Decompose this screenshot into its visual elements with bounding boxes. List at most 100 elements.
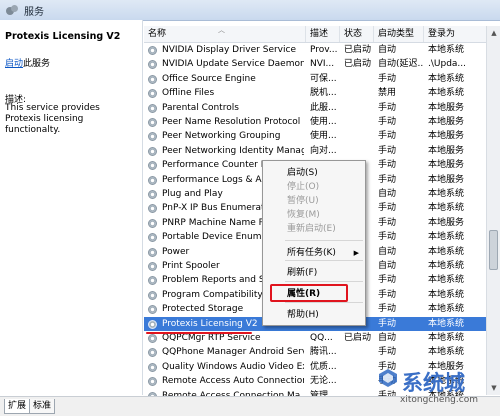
tab-extended[interactable]: 扩展 — [4, 399, 31, 414]
watermark-url: xitongcheng.com — [400, 395, 478, 405]
table-row[interactable]: Office Source Engine 可保... 手动 本地系统 — [144, 72, 486, 86]
menu-item-label: 所有任务(K) — [287, 248, 336, 258]
tab-standard[interactable]: 标准 — [29, 399, 56, 414]
cell-status — [344, 345, 374, 359]
menu-separator — [285, 302, 363, 303]
column-header-status[interactable]: 状态 — [340, 26, 374, 42]
menu-item-start[interactable]: 启动(S) — [263, 166, 365, 180]
cell-name: Parental Controls — [162, 102, 239, 113]
cell-status — [344, 129, 374, 143]
cell-status: 已启动 — [344, 333, 372, 343]
service-gear-icon — [148, 46, 157, 55]
menu-item-restart[interactable]: 重新启动(E) — [263, 222, 365, 236]
cell-description: Prov... — [310, 45, 338, 55]
cell-startup-type: 手动 — [378, 347, 397, 358]
annotation-highlight-box — [270, 284, 348, 302]
cell-startup-type: 自动 — [378, 45, 397, 55]
menu-item-pause[interactable]: 暂停(U) — [263, 194, 365, 208]
cell-startup-type: 手动 — [378, 160, 397, 171]
cell-name: NVIDIA Update Service Daemon — [162, 59, 304, 70]
service-gear-icon — [148, 362, 157, 372]
service-gear-icon — [148, 290, 157, 300]
cell-description: 腾讯... — [310, 347, 337, 358]
menu-item-label: 启动(S) — [287, 168, 318, 178]
cell-status — [344, 360, 374, 374]
service-gear-icon — [148, 305, 157, 315]
service-gear-icon — [148, 276, 157, 286]
column-header-name[interactable]: 名称 — [144, 26, 306, 42]
cell-startup-type: 手动 — [378, 174, 397, 185]
cell-name: Offline Files — [162, 88, 215, 99]
menu-item-resume[interactable]: 恢复(M) — [263, 208, 365, 222]
cell-logon-as: 本地系统 — [428, 88, 465, 99]
vertical-scrollbar[interactable]: ▲ ▼ — [486, 26, 500, 395]
watermark-text: 系统城 — [402, 371, 465, 395]
cell-logon-as: 本地系统 — [428, 246, 465, 257]
table-row[interactable]: Peer Name Resolution Protocol 使用... 手动 本地服务 — [144, 115, 486, 129]
menu-item-refresh[interactable]: 刷新(F) — [263, 266, 365, 280]
cell-startup-type: 手动 — [378, 131, 397, 142]
cell-description: 此服... — [310, 102, 337, 113]
cell-startup-type: 手动 — [378, 117, 397, 127]
cell-description: 可保... — [310, 73, 337, 84]
cell-logon-as: 本地系统 — [428, 289, 465, 300]
scroll-up-arrow-icon[interactable]: ▲ — [488, 27, 500, 39]
scroll-down-arrow-icon[interactable]: ▼ — [488, 382, 500, 394]
cell-description: 优质... — [310, 361, 337, 372]
table-row[interactable]: Offline Files 脱机... 禁用 本地系统 — [144, 86, 486, 100]
service-gear-icon — [148, 204, 157, 214]
cell-logon-as: 本地服务 — [428, 117, 465, 127]
column-header-startup-type[interactable]: 启动类型 — [374, 26, 424, 42]
cell-logon-as: 本地系统 — [428, 275, 465, 286]
cell-status — [344, 72, 374, 86]
window-title: 服务 — [24, 6, 44, 18]
menu-item-all-tasks[interactable]: 所有任务(K) ▶ — [263, 246, 365, 260]
cell-status — [344, 374, 374, 388]
sort-ascending-icon: ︿ — [218, 26, 225, 34]
cell-logon-as: 本地服务 — [428, 131, 465, 142]
service-gear-icon — [148, 247, 157, 257]
cell-logon-as: 本地服务 — [428, 174, 465, 185]
cell-startup-type: 手动 — [378, 232, 397, 243]
cell-logon-as: 本地系统 — [428, 261, 465, 271]
cell-name: QQPhone Manager Android Service — [162, 347, 304, 358]
scrollbar-thumb[interactable] — [489, 230, 498, 270]
cell-name: Quality Windows Audio Video Experie... — [162, 361, 304, 372]
window-titlebar: 服务 — [0, 0, 500, 21]
cell-description: QQ... — [310, 333, 333, 343]
cell-logon-as: 本地系统 — [428, 333, 465, 343]
service-gear-icon — [148, 118, 157, 127]
column-header-logon-as[interactable]: 登录为 — [424, 26, 486, 42]
menu-separator — [285, 281, 363, 282]
table-row[interactable]: Parental Controls 此服... 手动 本地服务 — [144, 101, 486, 115]
service-gear-icon — [148, 146, 157, 156]
service-gear-icon — [148, 377, 157, 387]
cell-description: 脱机... — [310, 88, 337, 99]
start-service-link[interactable]: 启动 — [5, 59, 23, 69]
cell-description: NVI... — [310, 59, 335, 70]
cell-startup-type: 手动 — [378, 318, 397, 329]
cell-logon-as: 本地服务 — [428, 145, 465, 156]
menu-item-label: 重新启动(E) — [287, 224, 336, 234]
service-gear-icon — [148, 319, 157, 329]
table-row[interactable]: NVIDIA Update Service Daemon NVI... 已启动 自动(… — [144, 57, 486, 71]
cell-startup-type: 手动 — [378, 145, 397, 156]
service-gear-icon — [148, 132, 157, 142]
menu-item-label: 帮助(H) — [287, 310, 319, 320]
description-text: This service provides Protexis licensing… — [5, 103, 100, 135]
menu-item-stop[interactable]: 停止(O) — [263, 180, 365, 194]
table-row[interactable]: Peer Networking Grouping 使用... 手动 本地服务 — [144, 129, 486, 143]
cell-logon-as: 本地系统 — [428, 189, 465, 199]
service-gear-icon — [148, 74, 157, 84]
start-service-line: 启动此服务 — [5, 56, 50, 69]
cell-status — [344, 86, 374, 100]
column-header-description[interactable]: 描述 — [306, 26, 340, 42]
menu-item-label: 刷新(F) — [287, 268, 318, 278]
menu-item-help[interactable]: 帮助(H) — [263, 308, 365, 322]
table-row[interactable]: NVIDIA Display Driver Service Prov... 已启动自… — [144, 43, 486, 57]
cell-status: 已启动 — [344, 59, 372, 70]
table-row[interactable]: QQPhone Manager Android Service 腾讯... 手动 本地… — [144, 345, 486, 359]
service-gear-icon — [148, 334, 157, 343]
menu-item-label: 停止(O) — [287, 182, 320, 192]
table-row[interactable]: Peer Networking Identity Manager 向对... 手动 本… — [144, 144, 486, 158]
